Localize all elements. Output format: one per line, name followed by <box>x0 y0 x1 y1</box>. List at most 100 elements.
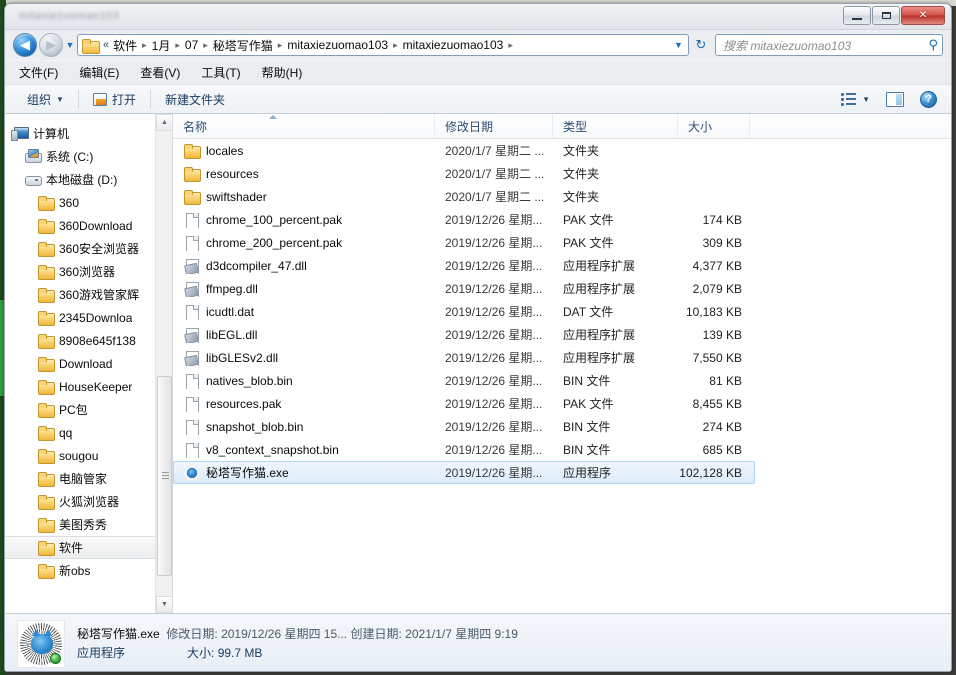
breadcrumb-item-0[interactable]: 软件 <box>111 37 139 54</box>
table-row[interactable]: 秘塔写作猫.exe 2019/12/26 星期... 应用程序 102,128 KB <box>173 461 755 484</box>
file-name: ffmpeg.dll <box>206 281 258 296</box>
table-row[interactable]: v8_context_snapshot.bin 2019/12/26 星期... B… <box>173 438 951 461</box>
sidebar-item-13[interactable]: qq <box>5 421 155 444</box>
table-row[interactable]: natives_blob.bin 2019/12/26 星期... BIN 文件 81… <box>173 369 951 392</box>
sidebar-item-2[interactable]: 本地磁盘 (D:) <box>5 168 155 191</box>
table-row[interactable]: swiftshader 2020/1/7 星期二 ... 文件夹 <box>173 185 951 208</box>
file-name-cell: resources <box>173 166 435 182</box>
details-line-1: 秘塔写作猫.exe 修改日期: 2019/12/26 星期四 15... 创建日… <box>77 625 518 644</box>
table-row[interactable]: resources.pak 2019/12/26 星期... PAK 文件 8,455… <box>173 392 951 415</box>
menu-item-view[interactable]: 查看(V) <box>140 62 191 83</box>
sidebar-item-18[interactable]: 软件 <box>5 536 155 559</box>
sidebar-item-10[interactable]: Download <box>5 352 155 375</box>
sidebar-item-4[interactable]: 360Download <box>5 214 155 237</box>
table-row[interactable]: resources 2020/1/7 星期二 ... 文件夹 <box>173 162 951 185</box>
address-dropdown-icon[interactable]: ▼ <box>671 40 686 50</box>
menu-item-edit[interactable]: 编辑(E) <box>79 62 130 83</box>
sidebar-item-8[interactable]: 2345Downloa <box>5 306 155 329</box>
file-name-cell: libEGL.dll <box>173 327 435 343</box>
breadcrumb-item-3[interactable]: 秘塔写作猫 <box>211 37 275 54</box>
column-header-size[interactable]: 大小 <box>678 114 750 138</box>
new-folder-button[interactable]: 新建文件夹 <box>157 88 233 111</box>
maximize-button[interactable] <box>872 6 900 25</box>
back-button[interactable]: ◀ <box>13 33 37 57</box>
sidebar-item-9[interactable]: 8908e645f138 <box>5 329 155 352</box>
scrollbar-thumb[interactable] <box>157 376 172 576</box>
change-view-button[interactable]: ▼ <box>833 89 878 109</box>
folder-icon <box>37 517 55 533</box>
chevron-right-icon[interactable]: ▸ <box>505 40 516 51</box>
folder-icon <box>37 310 55 326</box>
table-row[interactable]: libEGL.dll 2019/12/26 星期... 应用程序扩展 139 KB <box>173 323 951 346</box>
menu-item-file[interactable]: 文件(F) <box>19 62 69 83</box>
table-row[interactable]: locales 2020/1/7 星期二 ... 文件夹 <box>173 139 951 162</box>
file-size-cell: 2,079 KB <box>692 281 742 296</box>
sidebar-item-14[interactable]: sougou <box>5 444 155 467</box>
scroll-up-button[interactable]: ▲ <box>156 114 172 131</box>
sidebar-item-11[interactable]: HouseKeeper <box>5 375 155 398</box>
table-row[interactable]: snapshot_blob.bin 2019/12/26 星期... BIN 文件 2… <box>173 415 951 438</box>
sidebar-item-7[interactable]: 360游戏管家辉 <box>5 283 155 306</box>
breadcrumb-overflow-icon[interactable]: « <box>101 39 111 51</box>
column-header-name-label: 名称 <box>183 119 208 134</box>
sidebar-item-16[interactable]: 火狐浏览器 <box>5 490 155 513</box>
column-header-name[interactable]: 名称 <box>173 114 435 138</box>
table-row[interactable]: libGLESv2.dll 2019/12/26 星期... 应用程序扩展 7,550… <box>173 346 951 369</box>
drive-icon <box>24 172 42 187</box>
chevron-right-icon[interactable]: ▸ <box>139 40 150 51</box>
chevron-right-icon[interactable]: ▸ <box>390 40 401 51</box>
breadcrumb-item-4[interactable]: mitaxiezuomao103 <box>285 38 390 52</box>
table-row[interactable]: chrome_100_percent.pak 2019/12/26 星期... PA… <box>173 208 951 231</box>
menu-bar: 文件(F) 编辑(E) 查看(V) 工具(T) 帮助(H) <box>5 60 951 84</box>
chevron-right-icon[interactable]: ▸ <box>275 40 286 51</box>
file-type-cell: PAK 文件 <box>563 236 614 250</box>
navigation-pane: 计算机 系统 (C:) 本地磁盘 (D:) 360 360Download 360安全浏览… <box>5 114 173 613</box>
recent-locations-dropdown-icon[interactable]: ▼ <box>63 40 77 50</box>
sort-ascending-icon <box>268 115 277 119</box>
file-size-cell: 174 KB <box>702 212 742 227</box>
sidebar-item-1[interactable]: 系统 (C:) <box>5 145 155 168</box>
table-row[interactable]: icudtl.dat 2019/12/26 星期... DAT 文件 10,183 K… <box>173 300 951 323</box>
file-name-cell: natives_blob.bin <box>173 373 435 389</box>
column-header-type[interactable]: 类型 <box>553 114 678 138</box>
file-type-cell: 应用程序 <box>563 466 612 480</box>
sidebar-item-3[interactable]: 360 <box>5 191 155 214</box>
file-type-cell: BIN 文件 <box>563 420 611 434</box>
sidebar-item-6[interactable]: 360浏览器 <box>5 260 155 283</box>
breadcrumb-item-1[interactable]: 1月 <box>150 37 173 54</box>
chevron-right-icon[interactable]: ▸ <box>172 40 183 51</box>
file-date-cell: 2019/12/26 星期... <box>445 328 543 342</box>
table-row[interactable]: ffmpeg.dll 2019/12/26 星期... 应用程序扩展 2,079 KB <box>173 277 951 300</box>
refresh-icon[interactable]: ↻ <box>689 37 713 53</box>
search-input[interactable]: 搜索 mitaxiezuomao103 ⚲ <box>715 34 943 56</box>
sidebar-item-12[interactable]: PC包 <box>5 398 155 421</box>
menu-item-help[interactable]: 帮助(H) <box>262 62 314 83</box>
file-name-cell: ffmpeg.dll <box>173 281 435 297</box>
preview-pane-button[interactable] <box>878 89 912 110</box>
chevron-right-icon[interactable]: ▸ <box>200 40 211 51</box>
breadcrumb[interactable]: « 软件 ▸ 1月 ▸ 07 ▸ 秘塔写作猫 ▸ mitaxiezuomao10… <box>81 37 671 54</box>
sidebar-item-5[interactable]: 360安全浏览器 <box>5 237 155 260</box>
breadcrumb-item-5[interactable]: mitaxiezuomao103 <box>401 38 506 52</box>
column-header-date[interactable]: 修改日期 <box>435 114 553 138</box>
scroll-down-button[interactable]: ▼ <box>156 596 172 613</box>
forward-button[interactable]: ▶ <box>39 33 63 57</box>
chevron-down-icon: ▼ <box>56 94 64 104</box>
address-bar[interactable]: « 软件 ▸ 1月 ▸ 07 ▸ 秘塔写作猫 ▸ mitaxiezuomao10… <box>77 34 689 56</box>
open-button[interactable]: 打开 <box>85 88 144 111</box>
breadcrumb-item-2[interactable]: 07 <box>183 38 200 52</box>
help-button[interactable]: ? <box>912 88 945 111</box>
menu-item-tools[interactable]: 工具(T) <box>201 62 251 83</box>
organize-button[interactable]: 组织 ▼ <box>19 88 72 111</box>
explorer-window: mitaxiezuomao103 ✕ ◀ ▶ ▼ « 软件 ▸ 1月 ▸ 07 … <box>4 3 952 672</box>
navigation-scrollbar[interactable]: ▲ ▼ <box>155 114 172 613</box>
table-row[interactable]: d3dcompiler_47.dll 2019/12/26 星期... 应用程序扩展… <box>173 254 951 277</box>
minimize-button[interactable] <box>843 6 871 25</box>
sidebar-item-0[interactable]: 计算机 <box>5 122 155 145</box>
sidebar-item-15[interactable]: 电脑管家 <box>5 467 155 490</box>
table-row[interactable]: chrome_200_percent.pak 2019/12/26 星期... PA… <box>173 231 951 254</box>
sidebar-item-19[interactable]: 新obs <box>5 559 155 582</box>
sidebar-item-17[interactable]: 美图秀秀 <box>5 513 155 536</box>
details-modified-label: 修改日期: <box>166 626 218 641</box>
close-button[interactable]: ✕ <box>901 6 945 25</box>
